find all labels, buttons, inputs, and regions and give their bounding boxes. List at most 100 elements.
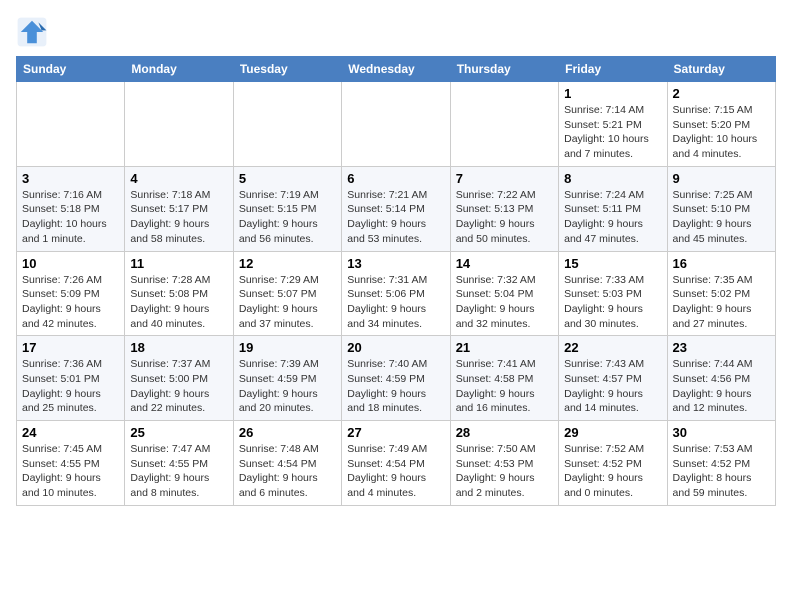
day-number: 20 [347,340,444,355]
calendar-cell [233,82,341,167]
day-info: Sunrise: 7:25 AM Sunset: 5:10 PM Dayligh… [673,188,770,247]
day-info: Sunrise: 7:35 AM Sunset: 5:02 PM Dayligh… [673,273,770,332]
day-number: 22 [564,340,661,355]
day-number: 19 [239,340,336,355]
day-number: 29 [564,425,661,440]
day-number: 6 [347,171,444,186]
weekday-header-saturday: Saturday [667,57,775,82]
day-number: 15 [564,256,661,271]
day-number: 7 [456,171,553,186]
day-info: Sunrise: 7:36 AM Sunset: 5:01 PM Dayligh… [22,357,119,416]
calendar-week-5: 24 Sunrise: 7:45 AM Sunset: 4:55 PM Dayli… [17,421,776,506]
weekday-header-wednesday: Wednesday [342,57,450,82]
day-number: 2 [673,86,770,101]
weekday-header-friday: Friday [559,57,667,82]
day-info: Sunrise: 7:39 AM Sunset: 4:59 PM Dayligh… [239,357,336,416]
day-number: 14 [456,256,553,271]
calendar-cell: 29 Sunrise: 7:52 AM Sunset: 4:52 PM Dayli… [559,421,667,506]
calendar-cell [450,82,558,167]
calendar-cell: 5 Sunrise: 7:19 AM Sunset: 5:15 PM Daylig… [233,166,341,251]
day-number: 1 [564,86,661,101]
day-info: Sunrise: 7:45 AM Sunset: 4:55 PM Dayligh… [22,442,119,501]
day-info: Sunrise: 7:15 AM Sunset: 5:20 PM Dayligh… [673,103,770,162]
day-number: 17 [22,340,119,355]
day-info: Sunrise: 7:26 AM Sunset: 5:09 PM Dayligh… [22,273,119,332]
calendar-cell: 23Sunrise: 7:44 AM Sunset: 4:56 PM Dayli… [667,336,775,421]
logo [16,16,52,48]
calendar-week-2: 3Sunrise: 7:16 AM Sunset: 5:18 PM Daylig… [17,166,776,251]
day-number: 30 [673,425,770,440]
calendar-cell: 25 Sunrise: 7:47 AM Sunset: 4:55 PM Dayli… [125,421,233,506]
calendar-cell: 7 Sunrise: 7:22 AM Sunset: 5:13 PM Daylig… [450,166,558,251]
day-info: Sunrise: 7:53 AM Sunset: 4:52 PM Dayligh… [673,442,770,501]
calendar-cell: 28 Sunrise: 7:50 AM Sunset: 4:53 PM Dayli… [450,421,558,506]
weekday-header-sunday: Sunday [17,57,125,82]
calendar-cell: 10 Sunrise: 7:26 AM Sunset: 5:09 PM Dayli… [17,251,125,336]
calendar-cell: 20 Sunrise: 7:40 AM Sunset: 4:59 PM Dayli… [342,336,450,421]
calendar-cell: 6Sunrise: 7:21 AM Sunset: 5:14 PM Daylig… [342,166,450,251]
calendar-cell: 11 Sunrise: 7:28 AM Sunset: 5:08 PM Dayli… [125,251,233,336]
day-info: Sunrise: 7:14 AM Sunset: 5:21 PM Dayligh… [564,103,661,162]
calendar-header-row: SundayMondayTuesdayWednesdayThursdayFrid… [17,57,776,82]
day-number: 25 [130,425,227,440]
calendar-cell: 22 Sunrise: 7:43 AM Sunset: 4:57 PM Dayli… [559,336,667,421]
day-info: Sunrise: 7:24 AM Sunset: 5:11 PM Dayligh… [564,188,661,247]
weekday-header-thursday: Thursday [450,57,558,82]
day-info: Sunrise: 7:32 AM Sunset: 5:04 PM Dayligh… [456,273,553,332]
day-number: 16 [673,256,770,271]
day-info: Sunrise: 7:31 AM Sunset: 5:06 PM Dayligh… [347,273,444,332]
day-info: Sunrise: 7:47 AM Sunset: 4:55 PM Dayligh… [130,442,227,501]
day-number: 13 [347,256,444,271]
day-number: 28 [456,425,553,440]
calendar-cell: 2 Sunrise: 7:15 AM Sunset: 5:20 PM Daylig… [667,82,775,167]
day-number: 4 [130,171,227,186]
calendar-table: SundayMondayTuesdayWednesdayThursdayFrid… [16,56,776,506]
day-number: 21 [456,340,553,355]
calendar-cell [125,82,233,167]
day-info: Sunrise: 7:41 AM Sunset: 4:58 PM Dayligh… [456,357,553,416]
calendar-cell: 19 Sunrise: 7:39 AM Sunset: 4:59 PM Dayli… [233,336,341,421]
calendar-cell: 16 Sunrise: 7:35 AM Sunset: 5:02 PM Dayli… [667,251,775,336]
day-info: Sunrise: 7:19 AM Sunset: 5:15 PM Dayligh… [239,188,336,247]
day-info: Sunrise: 7:28 AM Sunset: 5:08 PM Dayligh… [130,273,227,332]
calendar-cell: 12Sunrise: 7:29 AM Sunset: 5:07 PM Dayli… [233,251,341,336]
day-number: 10 [22,256,119,271]
calendar-cell: 27 Sunrise: 7:49 AM Sunset: 4:54 PM Dayli… [342,421,450,506]
day-info: Sunrise: 7:22 AM Sunset: 5:13 PM Dayligh… [456,188,553,247]
calendar-week-4: 17 Sunrise: 7:36 AM Sunset: 5:01 PM Dayli… [17,336,776,421]
day-number: 9 [673,171,770,186]
day-number: 5 [239,171,336,186]
calendar-cell: 14 Sunrise: 7:32 AM Sunset: 5:04 PM Dayli… [450,251,558,336]
page-header [16,16,776,48]
day-number: 24 [22,425,119,440]
day-info: Sunrise: 7:50 AM Sunset: 4:53 PM Dayligh… [456,442,553,501]
day-number: 3 [22,171,119,186]
calendar-cell: 9 Sunrise: 7:25 AM Sunset: 5:10 PM Daylig… [667,166,775,251]
day-info: Sunrise: 7:52 AM Sunset: 4:52 PM Dayligh… [564,442,661,501]
calendar-cell: 30 Sunrise: 7:53 AM Sunset: 4:52 PM Dayli… [667,421,775,506]
calendar-cell: 24 Sunrise: 7:45 AM Sunset: 4:55 PM Dayli… [17,421,125,506]
logo-icon [16,16,48,48]
calendar-week-3: 10 Sunrise: 7:26 AM Sunset: 5:09 PM Dayli… [17,251,776,336]
calendar-cell: 3Sunrise: 7:16 AM Sunset: 5:18 PM Daylig… [17,166,125,251]
day-number: 8 [564,171,661,186]
day-info: Sunrise: 7:37 AM Sunset: 5:00 PM Dayligh… [130,357,227,416]
day-number: 11 [130,256,227,271]
day-info: Sunrise: 7:49 AM Sunset: 4:54 PM Dayligh… [347,442,444,501]
calendar-cell: 4 Sunrise: 7:18 AM Sunset: 5:17 PM Daylig… [125,166,233,251]
calendar-week-1: 1 Sunrise: 7:14 AM Sunset: 5:21 PM Daylig… [17,82,776,167]
day-info: Sunrise: 7:29 AM Sunset: 5:07 PM Dayligh… [239,273,336,332]
weekday-header-tuesday: Tuesday [233,57,341,82]
day-info: Sunrise: 7:43 AM Sunset: 4:57 PM Dayligh… [564,357,661,416]
day-info: Sunrise: 7:40 AM Sunset: 4:59 PM Dayligh… [347,357,444,416]
day-info: Sunrise: 7:18 AM Sunset: 5:17 PM Dayligh… [130,188,227,247]
calendar-cell: 18 Sunrise: 7:37 AM Sunset: 5:00 PM Dayli… [125,336,233,421]
calendar-cell: 15 Sunrise: 7:33 AM Sunset: 5:03 PM Dayli… [559,251,667,336]
day-number: 18 [130,340,227,355]
day-info: Sunrise: 7:48 AM Sunset: 4:54 PM Dayligh… [239,442,336,501]
day-info: Sunrise: 7:33 AM Sunset: 5:03 PM Dayligh… [564,273,661,332]
day-number: 27 [347,425,444,440]
calendar-cell: 21 Sunrise: 7:41 AM Sunset: 4:58 PM Dayli… [450,336,558,421]
calendar-cell: 1 Sunrise: 7:14 AM Sunset: 5:21 PM Daylig… [559,82,667,167]
calendar-cell: 17 Sunrise: 7:36 AM Sunset: 5:01 PM Dayli… [17,336,125,421]
